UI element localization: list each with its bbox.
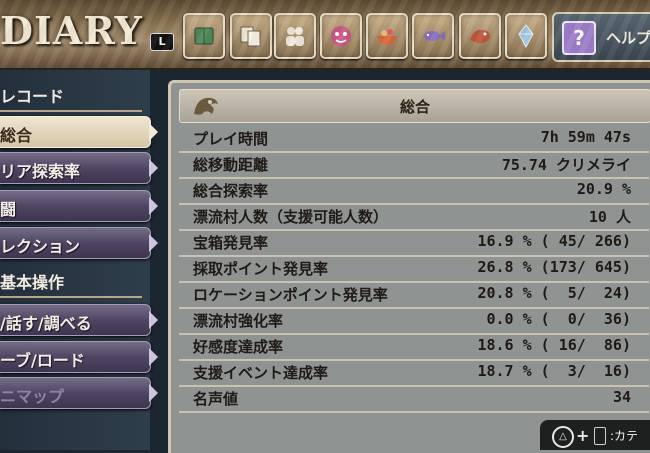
monster-face-icon <box>331 26 351 46</box>
sidebar-item-overall[interactable]: 総合 <box>0 116 158 148</box>
stat-value: 18.6 % ( 16/ 86) <box>477 336 631 354</box>
documents-icon <box>240 26 261 47</box>
panel-title: 総合 <box>399 98 430 116</box>
tab-food[interactable] <box>366 13 408 59</box>
stat-row: 総移動距離 75.74 クリメライ <box>179 151 649 179</box>
sidebar: レコード 総合 リア探索率 闘 レクション 基本操作 /話す/調べる ーブ/ロー… <box>0 70 158 450</box>
chevron-right-icon <box>149 159 158 177</box>
sidebar-item-area-exploration[interactable]: リア探索率 <box>0 152 158 184</box>
panel-header: 総合 <box>179 89 650 123</box>
help-tab[interactable]: ? ヘルプ <box>552 12 650 62</box>
sidebar-item-collection[interactable]: レクション <box>0 227 158 259</box>
stat-value: 75.74 クリメライ <box>501 156 631 174</box>
sidebar-item-label: ーブ/ロード <box>0 351 85 370</box>
stat-label: 宝箱発見率 <box>193 234 269 252</box>
controls-hint-text: :カテ <box>610 429 639 443</box>
stat-row: 採取ポイント発見率 26.8 % (173/ 645) <box>179 255 649 283</box>
stat-row: 宝箱発見率 16.9 % ( 45/ 266) <box>179 229 649 257</box>
tab-documents[interactable] <box>230 13 272 59</box>
stat-row: 名声値 34 <box>179 385 649 413</box>
stat-row: ロケーションポイント発見率 20.8 % ( 5/ 24) <box>179 281 649 309</box>
book-icon <box>194 27 214 45</box>
sidebar-item-label: リア探索率 <box>0 162 81 181</box>
tab-creature[interactable] <box>459 13 501 59</box>
sidebar-item-minimap[interactable]: ニマップ <box>0 377 158 409</box>
stat-row: 総合探索率 20.9 % <box>179 177 649 205</box>
tab-people[interactable] <box>274 13 316 59</box>
top-bar: DIARY L ? ヘルプ <box>0 0 650 70</box>
stat-label: ロケーションポイント発見率 <box>193 286 388 304</box>
sidebar-header-record: レコード <box>0 76 142 112</box>
chevron-right-icon <box>149 234 158 252</box>
sidebar-item-label: 闘 <box>0 200 17 219</box>
stat-label: 漂流村強化率 <box>193 312 284 330</box>
help-icon: ? <box>562 21 596 55</box>
fish-icon <box>424 31 445 41</box>
sidebar-header-basic: 基本操作 <box>0 262 142 298</box>
sidebar-item-label: ニマップ <box>0 387 65 406</box>
stat-label: 好感度達成率 <box>193 338 284 356</box>
stat-value: 0.0 % ( 0/ 36) <box>486 310 632 328</box>
stat-value: 10 人 <box>588 208 631 226</box>
stat-label: 漂流村人数（支援可能人数） <box>193 208 389 226</box>
stat-value: 26.8 % (173/ 645) <box>477 258 631 276</box>
stat-value: 34 <box>612 388 631 406</box>
help-label: ヘルプ <box>606 29 650 47</box>
sidebar-item-label: レクション <box>0 237 81 256</box>
people-icon <box>286 27 304 46</box>
tab-monster[interactable] <box>320 13 362 59</box>
sidebar-item-label: 総合 <box>0 126 33 145</box>
stat-row: プレイ時間 7h 59m 47s <box>179 125 649 153</box>
creature-icon <box>470 29 491 44</box>
stat-label: プレイ時間 <box>193 130 269 148</box>
sidebar-item-save-load[interactable]: ーブ/ロード <box>0 341 158 373</box>
tab-book[interactable] <box>183 13 225 59</box>
sidebar-item-talk-investigate[interactable]: /話す/調べる <box>0 304 158 336</box>
stat-value: 20.9 % <box>576 180 631 198</box>
chevron-right-icon <box>149 311 158 329</box>
stat-value: 16.9 % ( 45/ 266) <box>477 232 631 250</box>
sidebar-item-label: /話す/調べる <box>0 314 92 333</box>
stat-row: 漂流村人数（支援可能人数） 10 人 <box>179 203 649 231</box>
diary-title: DIARY <box>0 8 143 53</box>
stat-label: 名声値 <box>193 390 239 408</box>
controls-hint: △ + :カテ <box>540 420 650 450</box>
stat-row: 漂流村強化率 0.0 % ( 0/ 36) <box>179 307 649 335</box>
stat-row: 支援イベント達成率 18.7 % ( 3/ 16) <box>179 359 649 387</box>
stat-value: 7h 59m 47s <box>540 128 631 146</box>
food-bowl-icon <box>377 29 397 45</box>
plus-icon: + <box>576 426 590 445</box>
stat-label: 採取ポイント発見率 <box>193 260 329 278</box>
l-button-hint: L <box>150 33 174 51</box>
triangle-button-icon: △ <box>552 426 574 448</box>
record-panel: 総合 プレイ時間 7h 59m 47s 総移動距離 75.74 クリメライ 総合… <box>168 80 650 453</box>
stat-value: 18.7 % ( 3/ 16) <box>477 362 631 380</box>
stat-label: 支援イベント達成率 <box>193 364 329 382</box>
stat-label: 総合探索率 <box>193 182 269 200</box>
stat-label: 総移動距離 <box>193 156 269 174</box>
chevron-right-icon <box>149 384 158 402</box>
tab-crystal[interactable] <box>505 13 547 59</box>
crystal-icon <box>518 24 534 49</box>
stat-value: 20.8 % ( 5/ 24) <box>477 284 631 302</box>
sidebar-item-battle[interactable]: 闘 <box>0 190 158 222</box>
chevron-right-icon <box>149 197 158 215</box>
stat-row: 好感度達成率 18.6 % ( 16/ 86) <box>179 333 649 361</box>
tab-fish[interactable] <box>412 13 454 59</box>
touchpad-icon <box>594 427 606 445</box>
chevron-right-icon <box>149 123 158 141</box>
chevron-right-icon <box>149 348 158 366</box>
